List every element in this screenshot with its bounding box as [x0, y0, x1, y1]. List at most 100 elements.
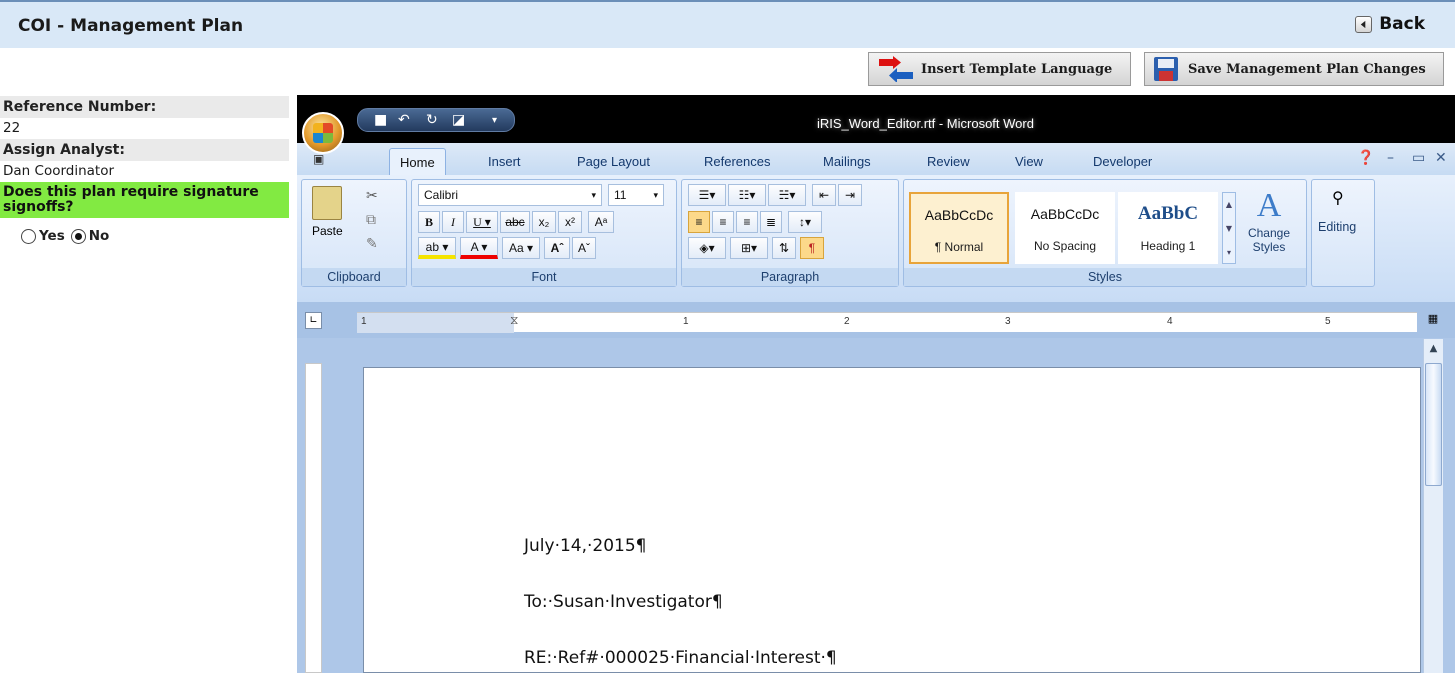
sort-icon[interactable]: ⇅ [772, 237, 796, 259]
scroll-up-icon[interactable]: ▲ [1424, 343, 1443, 354]
change-styles-button[interactable]: A Change Styles [1244, 186, 1294, 254]
underline-icon[interactable]: U ▾ [466, 211, 498, 233]
insert-template-language-button[interactable]: Insert Template Language [868, 52, 1131, 86]
paste-label[interactable]: Paste [312, 224, 343, 238]
tab-mailings[interactable]: Mailings [823, 154, 871, 169]
align-right-icon[interactable]: ≡ [736, 211, 758, 233]
italic-icon[interactable]: I [442, 211, 464, 233]
reference-number-value: 22 [3, 120, 21, 136]
shrink-font-icon[interactable]: Aˇ [572, 237, 596, 259]
borders-icon[interactable]: ⊞▾ [730, 237, 768, 259]
close-icon[interactable]: ✕ [1435, 150, 1447, 166]
tab-review[interactable]: Review [927, 154, 970, 169]
bullets-icon[interactable]: ☰▾ [688, 184, 726, 206]
style-normal[interactable]: AaBbCcDc ¶ Normal [909, 192, 1009, 264]
document-page[interactable]: July·14,·2015¶ To:·Susan·Investigator¶ R… [363, 367, 1421, 673]
font-size-dropdown-icon: ▾ [653, 189, 658, 200]
scroll-thumb[interactable] [1425, 363, 1442, 486]
clipboard-group: Paste ✂ ⧉ ✎ Clipboard [301, 179, 407, 287]
style-heading-1[interactable]: AaBbC Heading 1 [1118, 192, 1218, 264]
qat-customize-icon[interactable]: ▾ [492, 115, 497, 126]
tab-selector-icon[interactable]: ∟ [305, 312, 322, 329]
align-left-icon[interactable]: ≡ [688, 211, 710, 233]
assign-analyst-label: Assign Analyst: [0, 139, 289, 161]
style-no-spacing-sample: AaBbCcDc [1030, 206, 1100, 222]
font-size-select[interactable]: 11 ▾ [608, 184, 664, 206]
editing-label[interactable]: Editing [1318, 220, 1356, 234]
font-size-value: 11 [614, 188, 627, 202]
style-no-spacing[interactable]: AaBbCcDc No Spacing [1015, 192, 1115, 264]
ruler-number: 1 [683, 316, 689, 327]
back-arrow-icon [1355, 15, 1373, 33]
highlight-icon[interactable]: ab ▾ [418, 237, 456, 259]
qat-print-preview-icon[interactable]: ◪ [452, 112, 465, 128]
ruler-number: 4 [1167, 316, 1173, 327]
qat-save-icon[interactable]: ■ [374, 112, 387, 128]
restore-icon[interactable]: ▭ [1412, 150, 1425, 166]
ruler-number: 1 [361, 316, 367, 327]
vertical-scrollbar[interactable]: ▲ [1423, 339, 1443, 673]
font-color-icon[interactable]: A ▾ [460, 237, 498, 259]
bold-icon[interactable]: B [418, 211, 440, 233]
tab-references[interactable]: References [704, 154, 770, 169]
back-button[interactable]: Back [1355, 14, 1425, 34]
font-name-value: Calibri [424, 188, 459, 202]
format-painter-icon[interactable]: ✎ [366, 236, 378, 252]
numbering-icon[interactable]: ☷▾ [728, 184, 766, 206]
cut-icon[interactable]: ✂ [366, 188, 378, 204]
no-radio-label: No [88, 228, 110, 244]
decrease-indent-icon[interactable]: ⇤ [812, 184, 836, 206]
superscript-icon[interactable]: x² [558, 211, 582, 233]
indent-marker-icon[interactable]: ⧖ [510, 313, 518, 328]
tab-developer[interactable]: Developer [1093, 154, 1152, 169]
strikethrough-icon[interactable]: abc [500, 211, 530, 233]
view-ruler-icon[interactable]: ▦ [1425, 312, 1441, 332]
copy-icon[interactable]: ⧉ [366, 212, 376, 228]
grow-font-icon[interactable]: Aˆ [544, 237, 570, 259]
shading-icon[interactable]: ◈▾ [688, 237, 726, 259]
yes-radio[interactable] [21, 228, 36, 244]
paragraph-group: ☰▾ ☷▾ ☵▾ ⇤ ⇥ ≡ ≡ ≡ ≣ ↕▾ ◈▾ ⊞▾ ⇅ ¶ Paragr… [681, 179, 899, 287]
qat-redo-icon[interactable]: ↻ [426, 112, 438, 128]
ruler-number: 2 [844, 316, 850, 327]
vertical-ruler [305, 363, 322, 673]
insert-template-icon [877, 56, 915, 83]
horizontal-ruler: 1 1 2 3 4 5 ⧖ [357, 312, 1417, 333]
editing-group: ⚲ Editing [1311, 179, 1375, 287]
change-styles-label: Change Styles [1247, 226, 1291, 254]
justify-icon[interactable]: ≣ [760, 211, 782, 233]
save-plan-label: Save Management Plan Changes [1188, 61, 1426, 77]
back-label: Back [1379, 14, 1425, 34]
tab-page-layout[interactable]: Page Layout [577, 154, 650, 169]
paragraph-group-label: Paragraph [682, 268, 898, 286]
ruler-number: 3 [1005, 316, 1011, 327]
change-styles-icon: A [1256, 187, 1282, 224]
tab-insert[interactable]: Insert [488, 154, 521, 169]
tab-view[interactable]: View [1015, 154, 1043, 169]
multilevel-list-icon[interactable]: ☵▾ [768, 184, 806, 206]
binoculars-icon[interactable]: ⚲ [1332, 188, 1344, 207]
help-icon[interactable]: ❓ [1357, 150, 1374, 166]
clear-formatting-icon[interactable]: Aᵃ [588, 211, 614, 233]
change-case-icon[interactable]: Aa ▾ [502, 237, 540, 259]
paste-icon[interactable] [312, 186, 342, 220]
font-group-label: Font [412, 268, 676, 286]
font-name-dropdown-icon: ▾ [591, 189, 596, 200]
qat-undo-icon[interactable]: ↶ [398, 112, 410, 128]
font-name-select[interactable]: Calibri ▾ [418, 184, 602, 206]
styles-scroll-icon[interactable]: ▲ ▼ ▾ [1222, 192, 1236, 264]
show-formatting-marks-icon[interactable]: ¶ [800, 237, 824, 259]
assign-analyst-value: Dan Coordinator [3, 163, 115, 179]
align-center-icon[interactable]: ≡ [712, 211, 734, 233]
save-management-plan-button[interactable]: Save Management Plan Changes [1144, 52, 1444, 86]
line-spacing-icon[interactable]: ↕▾ [788, 211, 822, 233]
no-radio[interactable] [70, 228, 86, 244]
tab-home[interactable]: Home [389, 148, 446, 175]
increase-indent-icon[interactable]: ⇥ [838, 184, 862, 206]
subscript-icon[interactable]: x₂ [532, 211, 556, 233]
ribbon-tabs: ▣ Home Insert Page Layout References Mai… [297, 143, 1455, 175]
office-button-icon[interactable] [302, 112, 344, 154]
document-line-re: RE:·Ref#·000025·Financial·Interest·¶ [524, 648, 837, 668]
minimize-icon[interactable]: – [1387, 150, 1394, 166]
document-line-to: To:·Susan·Investigator¶ [524, 592, 723, 612]
